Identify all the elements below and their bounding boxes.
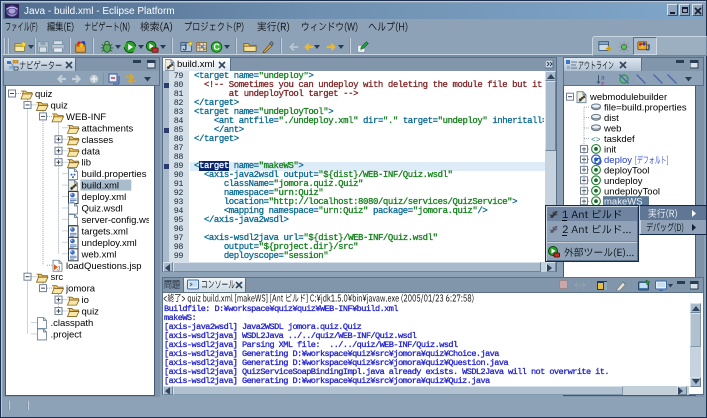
- svg-text:deploy: deploy: [604, 155, 632, 166]
- svg-text:file=build.properties: file=build.properties: [604, 103, 687, 114]
- svg-text:targets.xml: targets.xml: [82, 226, 128, 237]
- svg-text:lib: lib: [82, 158, 92, 169]
- svg-text:build.properties: build.properties: [82, 169, 147, 180]
- svg-text:dist: dist: [604, 113, 619, 124]
- svg-text:C: C: [214, 42, 221, 52]
- svg-text:undeployTool: undeployTool: [604, 186, 660, 197]
- svg-text:WEB-INF: WEB-INF: [66, 112, 106, 123]
- svg-text:.project: .project: [51, 329, 83, 340]
- svg-text:.classpath: .classpath: [51, 318, 94, 329]
- svg-text:data: data: [82, 146, 101, 157]
- svg-text:quiz: quiz: [35, 89, 53, 100]
- svg-text:webmodulebuilder: webmodulebuilder: [589, 92, 667, 103]
- svg-text:server-config.wsdd: server-config.wsdd: [82, 215, 150, 226]
- svg-text:jomora: jomora: [65, 284, 96, 295]
- svg-text:deploy.xml: deploy.xml: [82, 192, 127, 203]
- svg-text:init: init: [604, 144, 617, 155]
- svg-text:J: J: [646, 44, 650, 53]
- svg-text:io: io: [82, 295, 89, 306]
- svg-text:attachments: attachments: [82, 123, 134, 134]
- svg-text:loadQuestions.jsp: loadQuestions.jsp: [66, 261, 142, 272]
- svg-text:undeploy.xml: undeploy.xml: [82, 238, 137, 249]
- svg-text:undeploy: undeploy: [604, 176, 643, 187]
- svg-text:J: J: [183, 44, 187, 53]
- svg-text:quiz: quiz: [82, 307, 100, 318]
- svg-text:<>: <>: [591, 136, 601, 145]
- svg-text:web: web: [603, 124, 621, 135]
- svg-text:Quiz.wsdl: Quiz.wsdl: [82, 204, 123, 215]
- svg-text:web.xml: web.xml: [81, 249, 117, 260]
- svg-text:classes: classes: [82, 135, 114, 146]
- svg-text:quiz: quiz: [51, 100, 69, 111]
- svg-text:taskdef: taskdef: [604, 134, 635, 145]
- svg-text:build.xml: build.xml: [82, 181, 120, 192]
- svg-text:src: src: [51, 272, 64, 283]
